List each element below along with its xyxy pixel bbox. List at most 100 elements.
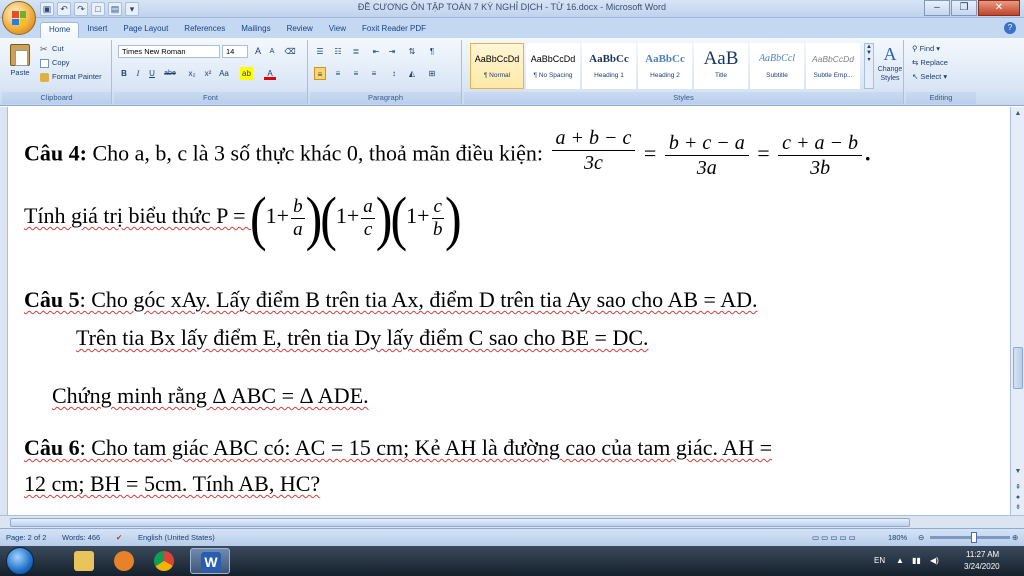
word-count[interactable]: Words: 466 bbox=[62, 533, 100, 542]
tab-references[interactable]: References bbox=[176, 22, 233, 38]
align-center-icon[interactable]: ≡ bbox=[332, 67, 344, 80]
zoom-out-icon[interactable]: ⊖ bbox=[918, 533, 924, 542]
vertical-scrollbar[interactable]: ▲ ▼ ⇞ ● ⇟ bbox=[1010, 107, 1024, 515]
style-heading-2[interactable]: AaBbCc Heading 2 bbox=[638, 43, 692, 89]
align-right-icon[interactable]: ≡ bbox=[350, 67, 362, 80]
line-spacing-icon[interactable]: ↕ bbox=[388, 67, 400, 80]
style-name: Subtle Emp... bbox=[813, 72, 853, 79]
numbering-icon[interactable]: ☷ bbox=[332, 45, 344, 58]
browse-object-icon[interactable]: ● bbox=[1013, 493, 1023, 503]
align-left-icon[interactable]: ≡ bbox=[314, 67, 326, 80]
styles-gallery-scroll[interactable]: ▲ ▼ ▾ bbox=[864, 43, 874, 89]
underline-button[interactable]: U bbox=[146, 67, 158, 80]
fraction-denominator: c bbox=[363, 218, 373, 240]
style-subtitle[interactable]: AaBbCcl Subtitle bbox=[750, 43, 804, 89]
bullets-icon[interactable]: ☰ bbox=[314, 45, 326, 58]
previous-page-icon[interactable]: ⇞ bbox=[1013, 483, 1023, 493]
taskbar-chrome[interactable] bbox=[144, 548, 184, 574]
paragraph-group-label: Paragraph bbox=[310, 92, 461, 104]
multilevel-list-icon[interactable]: ≣ bbox=[350, 45, 362, 58]
clock-time[interactable]: 11:27 AM bbox=[966, 550, 999, 559]
page-count[interactable]: Page: 2 of 2 bbox=[6, 533, 46, 542]
change-case-button[interactable]: Aa bbox=[218, 67, 230, 80]
scroll-down-icon[interactable]: ▼ bbox=[1013, 467, 1023, 477]
tab-home[interactable]: Home bbox=[40, 22, 80, 38]
tab-foxit-reader-pdf[interactable]: Foxit Reader PDF bbox=[354, 22, 434, 38]
borders-icon[interactable]: ⊞ bbox=[426, 67, 438, 80]
style-title[interactable]: AaB Title bbox=[694, 43, 748, 89]
taskbar: W EN ▲ ▮▮ ◀) 11:27 AM 3/24/2020 bbox=[0, 546, 1024, 576]
style-name: Heading 1 bbox=[594, 72, 624, 79]
taskbar-word[interactable]: W bbox=[190, 548, 230, 574]
one-plus: 1+ bbox=[335, 203, 360, 229]
italic-button[interactable]: I bbox=[132, 67, 144, 80]
font-name-select[interactable]: Times New Roman bbox=[118, 45, 220, 58]
document-page[interactable]: Câu 4: Cho a, b, c là 3 số thực khác 0, … bbox=[8, 107, 1010, 515]
close-button[interactable]: ✕ bbox=[978, 0, 1020, 16]
help-icon[interactable]: ? bbox=[1004, 22, 1016, 34]
scroll-up-icon[interactable]: ▲ bbox=[1013, 109, 1023, 119]
minimize-button[interactable]: – bbox=[924, 0, 950, 16]
horizontal-scroll-thumb[interactable] bbox=[10, 518, 910, 527]
bold-button[interactable]: B bbox=[118, 67, 130, 80]
tab-mailings[interactable]: Mailings bbox=[233, 22, 278, 38]
replace-button[interactable]: ⇆ Replace bbox=[912, 58, 948, 67]
highlight-button[interactable]: ab bbox=[240, 67, 253, 80]
decrease-indent-icon[interactable]: ⇤ bbox=[370, 45, 382, 58]
shading-icon[interactable]: ◭ bbox=[406, 67, 418, 80]
zoom-slider[interactable] bbox=[930, 532, 1010, 543]
zoom-level[interactable]: 180% bbox=[888, 533, 907, 542]
strikethrough-button[interactable]: abe bbox=[164, 67, 176, 80]
style-no-spacing[interactable]: AaBbCcDd ¶ No Spacing bbox=[526, 43, 580, 89]
increase-indent-icon[interactable]: ⇥ bbox=[386, 45, 398, 58]
zoom-slider-knob[interactable] bbox=[970, 532, 977, 543]
style-subtle-emphasis[interactable]: AaBbCcDd Subtle Emp... bbox=[806, 43, 860, 89]
zoom-in-icon[interactable]: ⊕ bbox=[1012, 533, 1018, 542]
style-heading-1[interactable]: AaBbCc Heading 1 bbox=[582, 43, 636, 89]
network-icon[interactable]: ▮▮ bbox=[912, 556, 921, 565]
cut-button[interactable]: ✂ Cut bbox=[40, 44, 64, 54]
sort-icon[interactable]: ⇅ bbox=[406, 45, 418, 58]
title-bar: ▣ ↶ ↷ □ ▤ ▾ ĐỀ CƯƠNG ÔN TẬP TOÁN 7 KỲ NG… bbox=[0, 0, 1024, 18]
select-button[interactable]: ↖ Select ▾ bbox=[912, 72, 947, 81]
show-marks-button[interactable]: ¶ bbox=[426, 45, 438, 58]
vertical-scroll-thumb[interactable] bbox=[1013, 347, 1023, 389]
language[interactable]: English (United States) bbox=[138, 533, 215, 542]
clear-formatting-icon[interactable]: ⌫ bbox=[284, 45, 296, 58]
change-styles-button[interactable]: A Change Styles bbox=[876, 43, 904, 89]
subscript-button[interactable]: x₂ bbox=[186, 67, 198, 80]
style-normal[interactable]: AaBbCcDd ¶ Normal bbox=[470, 43, 524, 89]
next-page-icon[interactable]: ⇟ bbox=[1013, 503, 1023, 513]
superscript-button[interactable]: x² bbox=[202, 67, 214, 80]
clock-date[interactable]: 3/24/2020 bbox=[964, 562, 1000, 571]
taskbar-media-player[interactable] bbox=[104, 548, 144, 574]
grow-font-button[interactable]: A bbox=[252, 45, 264, 58]
show-hidden-icons-icon[interactable]: ▲ bbox=[896, 556, 904, 565]
find-button[interactable]: ⚲ Find ▾ bbox=[912, 44, 940, 53]
tab-insert[interactable]: Insert bbox=[79, 22, 115, 38]
office-button[interactable] bbox=[2, 1, 36, 35]
justify-icon[interactable]: ≡ bbox=[368, 67, 380, 80]
proofing-icon[interactable]: ✔ bbox=[116, 533, 122, 542]
restore-button[interactable]: ❐ bbox=[951, 0, 977, 16]
copy-button[interactable]: Copy bbox=[40, 58, 70, 68]
fraction-denominator: b bbox=[433, 218, 443, 240]
tab-view[interactable]: View bbox=[321, 22, 354, 38]
paste-button[interactable]: Paste bbox=[6, 42, 34, 86]
one-plus: 1+ bbox=[406, 203, 430, 229]
font-size-select[interactable]: 14 bbox=[222, 45, 248, 58]
view-buttons[interactable]: ▭ ▭ ▭ ▭ ▭ bbox=[812, 533, 856, 542]
tab-page-layout[interactable]: Page Layout bbox=[115, 22, 176, 38]
volume-icon[interactable]: ◀) bbox=[930, 556, 939, 565]
horizontal-scrollbar[interactable] bbox=[0, 515, 1024, 528]
shrink-font-button[interactable]: A bbox=[266, 45, 278, 58]
language-indicator[interactable]: EN bbox=[874, 556, 885, 565]
fraction-3: c + a − b 3b bbox=[778, 131, 863, 180]
replace-label: Replace bbox=[920, 58, 948, 67]
taskbar-explorer[interactable] bbox=[64, 548, 104, 574]
tab-review[interactable]: Review bbox=[279, 22, 321, 38]
fraction-denominator: 3a bbox=[696, 157, 717, 179]
font-color-button[interactable]: A bbox=[264, 67, 276, 80]
format-painter-button[interactable]: Format Painter bbox=[40, 72, 102, 82]
start-button[interactable] bbox=[6, 547, 34, 575]
